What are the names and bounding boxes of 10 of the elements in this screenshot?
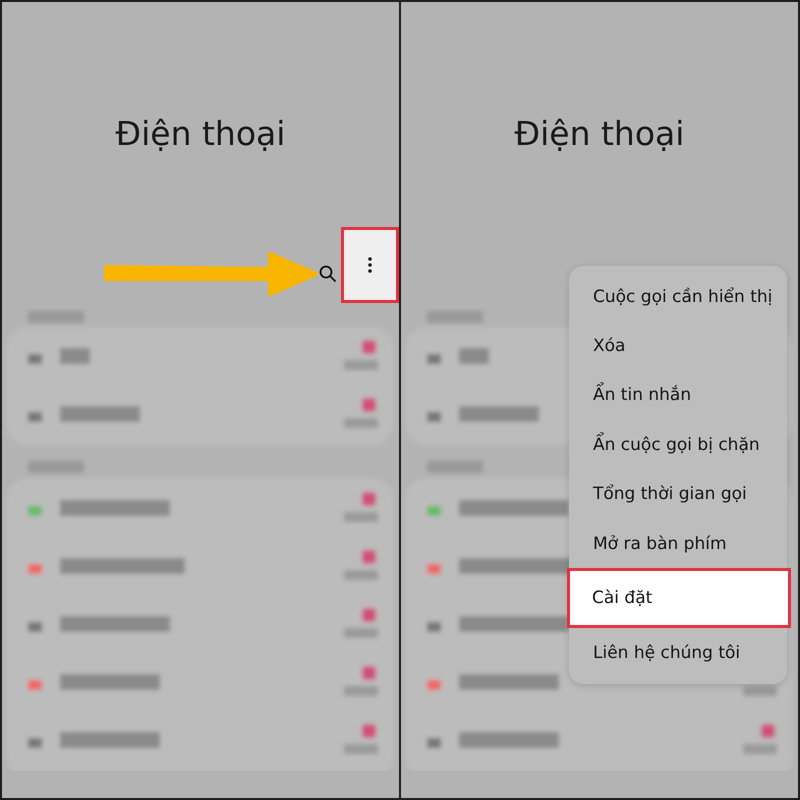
- screen-title: Điện thoại: [514, 114, 686, 155]
- menu-item[interactable]: Ẩn tin nhắn: [569, 370, 787, 420]
- menu-item[interactable]: Xóa: [569, 321, 787, 371]
- menu-item[interactable]: Cài đặt: [567, 568, 791, 628]
- menu-item[interactable]: Mở ra bàn phím: [569, 518, 787, 568]
- screen-title: Điện thoại: [114, 114, 286, 155]
- menu-item[interactable]: Cuộc gọi cần hiển thị: [569, 272, 787, 322]
- menu-item[interactable]: Ẩn cuộc gọi bị chặn: [569, 420, 787, 470]
- menu-item[interactable]: Liên hệ chúng tôi: [569, 628, 787, 678]
- menu-item[interactable]: Tổng thời gian gọi: [569, 470, 787, 519]
